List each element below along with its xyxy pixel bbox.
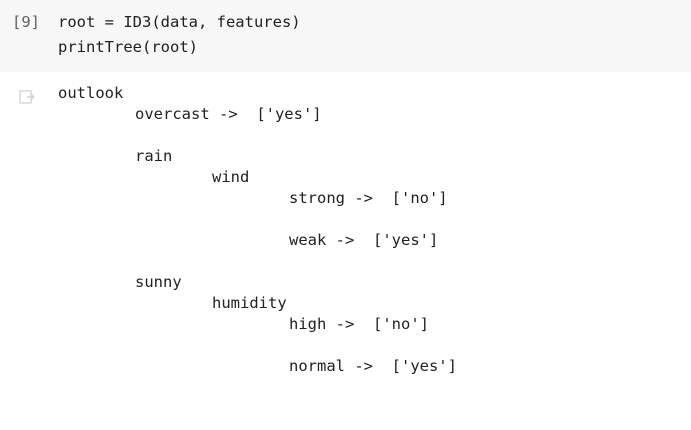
tree-node-wind: wind	[212, 168, 250, 186]
output-clear-icon[interactable]	[18, 88, 36, 106]
code-line[interactable]: printTree(root)	[58, 38, 198, 56]
code-cell[interactable]: [9] root = ID3(data, features) printTree…	[0, 0, 691, 72]
execution-count: [9]	[12, 13, 40, 31]
tree-leaf-high: high -> ['no']	[289, 315, 429, 333]
cell-output: outlook overcast -> ['yes'] rain wind st…	[0, 72, 691, 430]
tree-node-outlook: outlook	[58, 84, 124, 102]
tree-leaf-normal: normal -> ['yes']	[289, 357, 457, 375]
tree-node-humidity: humidity	[212, 294, 287, 312]
tree-branch-rain: rain	[135, 147, 173, 165]
code-line[interactable]: root = ID3(data, features)	[58, 13, 301, 31]
tree-leaf-overcast: overcast -> ['yes']	[135, 105, 322, 123]
tree-leaf-weak: weak -> ['yes']	[289, 231, 439, 249]
tree-branch-sunny: sunny	[135, 273, 182, 291]
tree-leaf-strong: strong -> ['no']	[289, 189, 448, 207]
